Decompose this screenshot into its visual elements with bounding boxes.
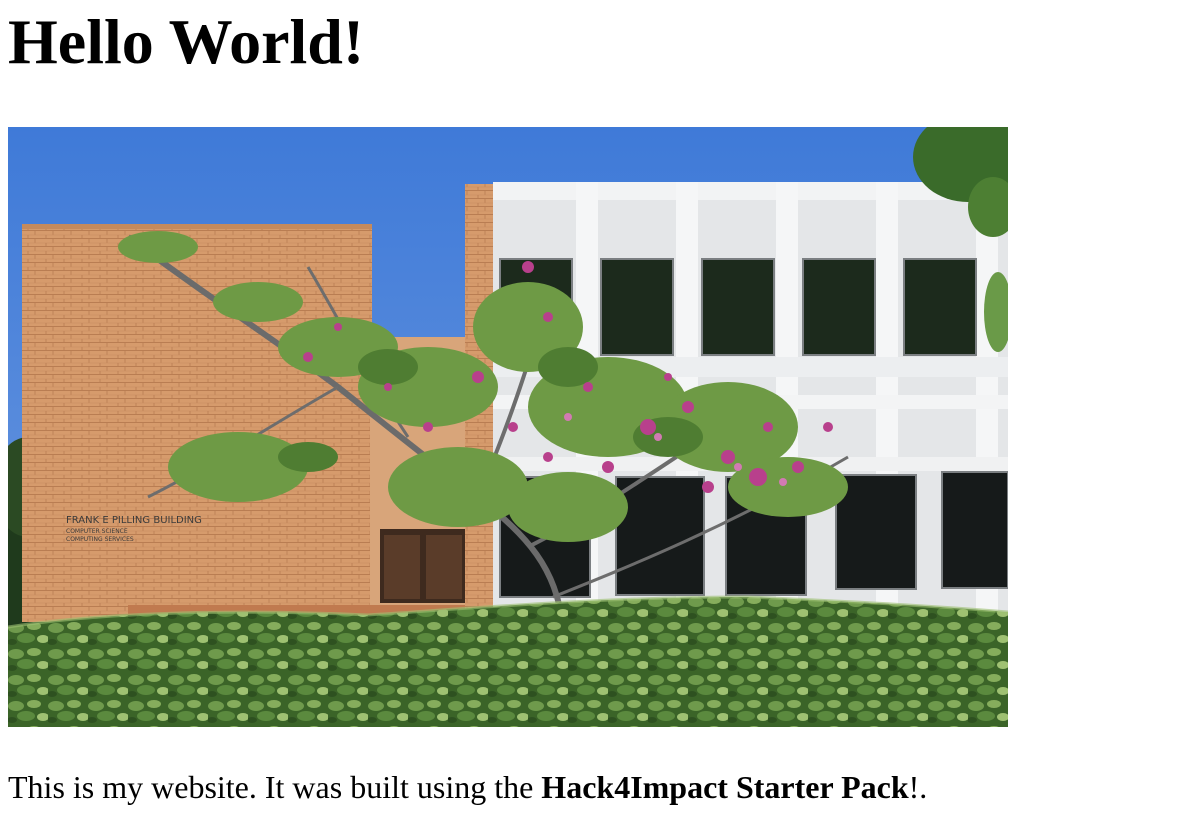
caption-text: This is my website. It was built using t… [8,769,542,805]
svg-text:FRANK E PILLING BUILDING: FRANK E PILLING BUILDING [66,515,202,526]
svg-text:COMPUTING SERVICES: COMPUTING SERVICES [66,536,134,543]
building-photo: FRANK E PILLING BUILDING COMPUTER SCIENC… [8,127,1008,727]
caption-ending: !. [908,769,928,805]
site-description: This is my website. It was built using t… [8,768,927,806]
hedge [8,595,1008,727]
starter-pack-name: Hack4Impact Starter Pack [541,769,909,805]
svg-text:COMPUTER SCIENCE: COMPUTER SCIENCE [66,528,128,535]
page-heading: Hello World! [8,6,365,77]
